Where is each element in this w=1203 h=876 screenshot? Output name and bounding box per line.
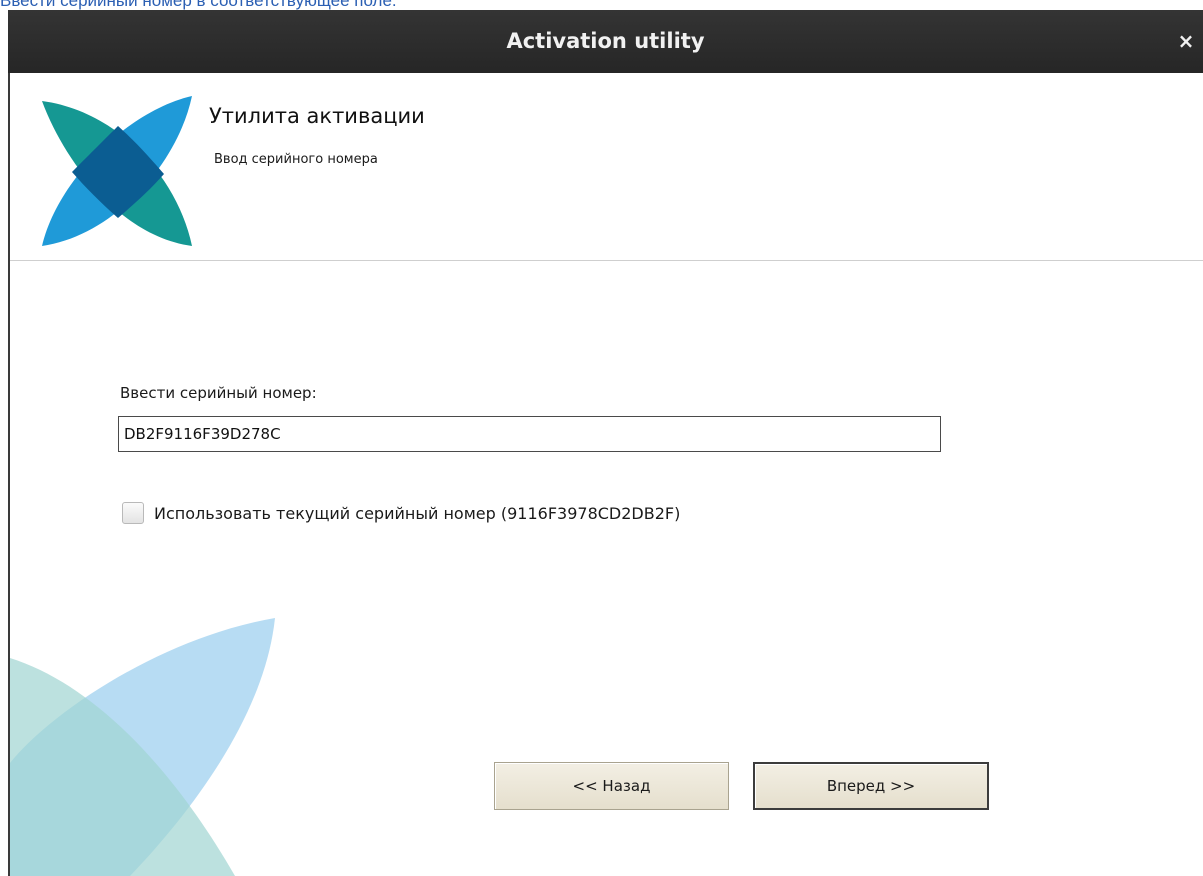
window-title: Activation utility <box>506 29 705 53</box>
use-current-serial-label[interactable]: Использовать текущий серийный номер (911… <box>154 504 680 523</box>
use-current-serial-checkbox[interactable] <box>122 502 144 524</box>
use-current-serial-option[interactable]: Использовать текущий серийный номер (911… <box>122 500 680 526</box>
serial-number-input[interactable] <box>118 416 941 452</box>
page-subtitle: Ввод серийного номера <box>214 152 378 167</box>
activation-logo-icon <box>42 96 192 246</box>
page-title: Утилита активации <box>209 104 425 128</box>
back-button[interactable]: << Назад <box>494 762 729 810</box>
next-button[interactable]: Вперед >> <box>753 762 989 810</box>
close-icon[interactable]: × <box>1173 28 1199 54</box>
title-bar[interactable]: Activation utility × <box>8 10 1203 73</box>
wizard-page: Утилита активации Ввод серийного номера … <box>8 73 1203 876</box>
serial-number-label: Ввести серийный номер: <box>120 384 317 402</box>
screen: Ввести серийный номер в соответствующее … <box>0 0 1203 876</box>
header-divider <box>10 260 1203 261</box>
activation-window: Activation utility × Утилита активации В… <box>8 10 1203 876</box>
